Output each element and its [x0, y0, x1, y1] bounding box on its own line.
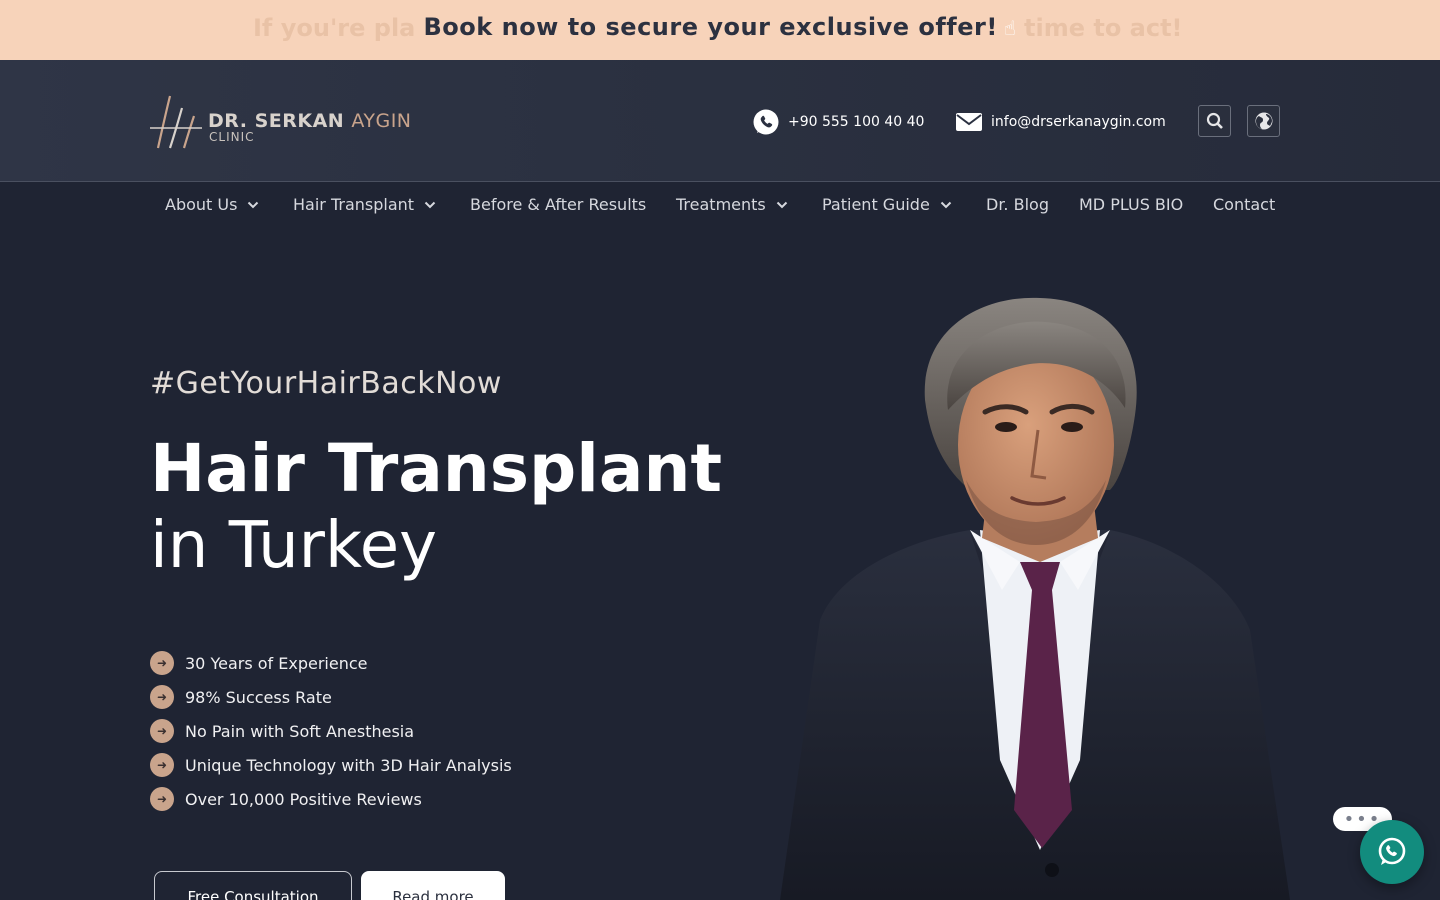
nav-item-contact[interactable]: Contact: [1213, 195, 1275, 214]
logo-name: DR. SERKAN AYGIN: [208, 110, 412, 132]
promo-message: Book now to secure your exclusive offer!: [423, 13, 998, 41]
chevron-down-icon: [940, 201, 951, 208]
nav-label: Patient Guide: [822, 195, 930, 214]
whatsapp-icon: [1378, 837, 1406, 865]
arrow-right-icon: ➜: [150, 719, 174, 743]
nav-label: About Us: [165, 195, 238, 214]
logo-name-part-2: AYGIN: [351, 110, 412, 132]
feature-item: ➜ Over 10,000 Positive Reviews: [150, 782, 512, 816]
chevron-down-icon: [248, 201, 259, 208]
feature-text: Over 10,000 Positive Reviews: [185, 789, 422, 809]
whatsapp-phone-icon: [753, 109, 779, 135]
whatsapp-chat-button[interactable]: [1360, 820, 1424, 884]
nav-item-before-after[interactable]: Before & After Results: [470, 195, 646, 214]
feature-item: ➜ 30 Years of Experience: [150, 646, 512, 680]
feature-item: ➜ Unique Technology with 3D Hair Analysis: [150, 748, 512, 782]
feature-item: ➜ No Pain with Soft Anesthesia: [150, 714, 512, 748]
feature-text: 98% Success Rate: [185, 687, 332, 707]
nav-item-dr-blog[interactable]: Dr. Blog: [986, 195, 1049, 214]
feature-text: No Pain with Soft Anesthesia: [185, 721, 415, 741]
logo-subtitle: CLINIC: [209, 130, 255, 144]
email-contact[interactable]: info@drserkanaygin.com: [955, 108, 1166, 136]
nav-label: MD PLUS BIO: [1079, 195, 1184, 214]
doctor-portrait: [780, 297, 1290, 900]
arrow-right-icon: ➜: [150, 685, 174, 709]
logo-name-part-1: DR. SERKAN: [208, 110, 345, 132]
promo-text[interactable]: Book now to secure your exclusive offer!…: [0, 13, 1440, 41]
arrow-right-icon: ➜: [150, 651, 174, 675]
nav-item-about-us[interactable]: About Us: [165, 195, 259, 214]
hero-title-line-2: in Turkey: [150, 509, 437, 583]
site-header: DR. SERKAN AYGIN CLINIC +90 555 100 40 4…: [0, 60, 1440, 182]
nav-label: Treatments: [676, 195, 766, 214]
email-address: info@drserkanaygin.com: [991, 114, 1166, 130]
nav-label: Dr. Blog: [986, 195, 1049, 214]
chevron-down-icon: [776, 201, 787, 208]
read-more-button[interactable]: Read more: [361, 871, 505, 900]
nav-item-hair-transplant[interactable]: Hair Transplant: [293, 195, 436, 214]
main-navigation: About Us Hair Transplant Before & After …: [0, 182, 1440, 228]
nav-item-treatments[interactable]: Treatments: [676, 195, 788, 214]
feature-item: ➜ 98% Success Rate: [150, 680, 512, 714]
nav-label: Before & After Results: [470, 195, 647, 214]
nav-label: Contact: [1213, 195, 1276, 214]
search-icon: [1206, 112, 1223, 129]
pointing-hand-icon: ☝: [1003, 16, 1017, 40]
phone-number: +90 555 100 40 40: [788, 114, 925, 130]
logo-mark-icon: [150, 95, 202, 149]
chevron-down-icon: [424, 201, 436, 208]
phone-contact[interactable]: +90 555 100 40 40: [752, 108, 924, 136]
feature-text: 30 Years of Experience: [185, 653, 368, 673]
nav-label: Hair Transplant: [293, 195, 415, 214]
search-button[interactable]: [1198, 105, 1231, 137]
nav-item-patient-guide[interactable]: Patient Guide: [822, 195, 952, 214]
arrow-right-icon: ➜: [150, 753, 174, 777]
promo-banner: If you're pla time to act! Book now to s…: [0, 0, 1440, 60]
feature-list: ➜ 30 Years of Experience ➜ 98% Success Rat…: [150, 646, 512, 816]
clinic-logo[interactable]: DR. SERKAN AYGIN CLINIC: [150, 94, 412, 150]
envelope-icon: [956, 113, 982, 131]
arrow-right-icon: ➜: [150, 787, 174, 811]
language-button[interactable]: [1247, 105, 1280, 137]
free-consultation-button[interactable]: Free Consultation: [154, 871, 352, 900]
hero-tagline: #GetYourHairBackNow: [150, 366, 502, 401]
feature-text: Unique Technology with 3D Hair Analysis: [185, 755, 512, 775]
globe-icon: [1255, 112, 1272, 130]
hero-title-line-1: Hair Transplant: [150, 430, 722, 507]
nav-item-md-plus-bio[interactable]: MD PLUS BIO: [1079, 195, 1183, 214]
